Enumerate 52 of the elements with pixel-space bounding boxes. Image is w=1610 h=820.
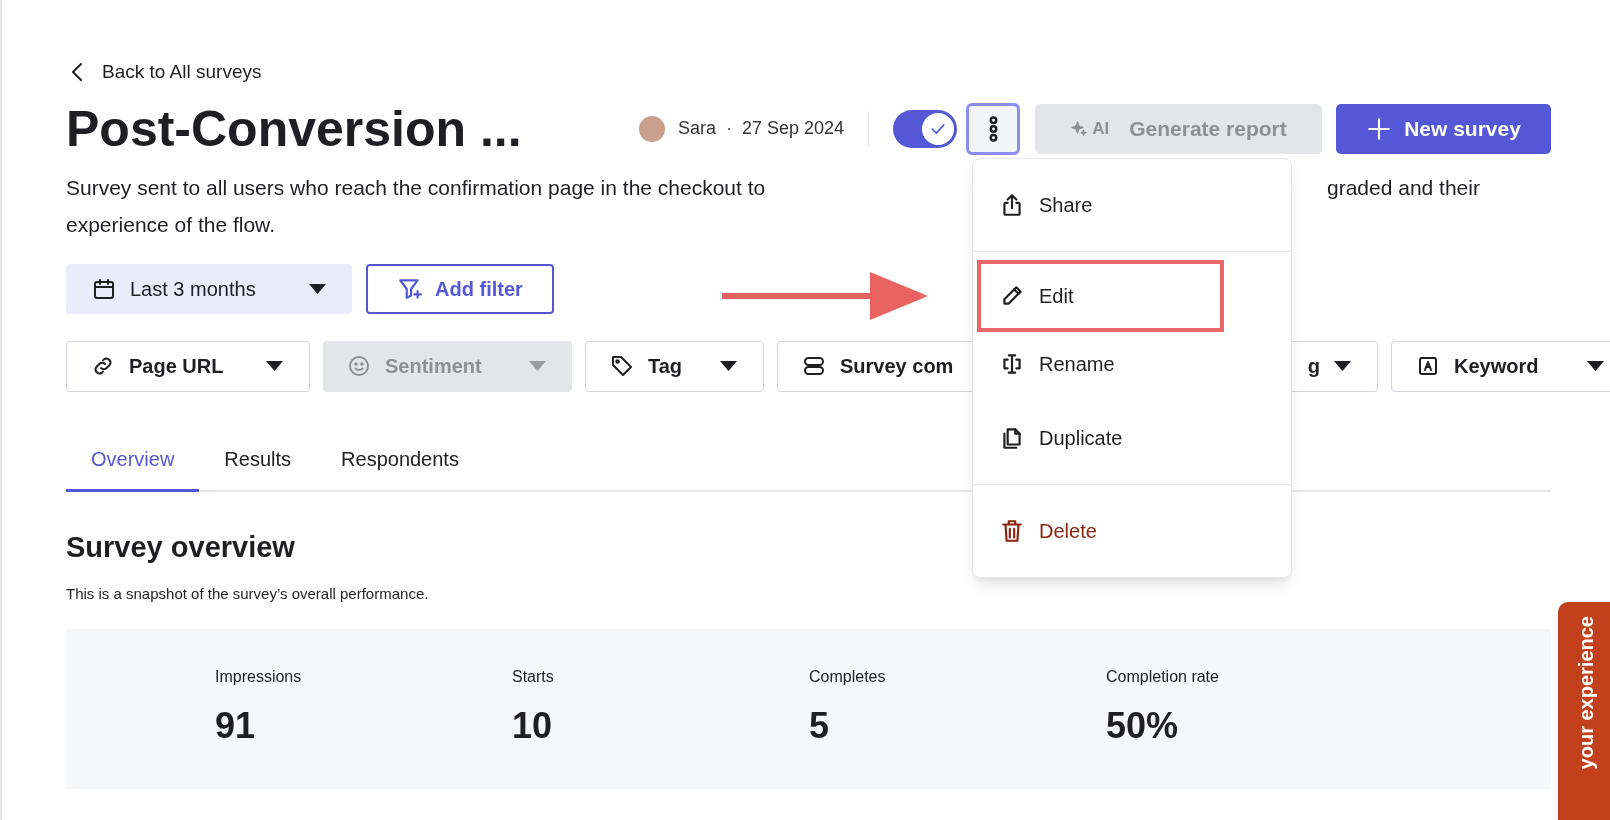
stat-label: Starts [512, 666, 554, 687]
description-text: Survey sent to all users who reach the confirmation page in the checkout to [66, 175, 766, 199]
stat-value: 50% [1106, 703, 1179, 748]
status-toggle[interactable] [893, 109, 957, 148]
tag-icon [610, 354, 634, 378]
tab[interactable]: Results [199, 429, 317, 492]
more-options-button[interactable] [966, 102, 1020, 155]
page-title: Post-Conversion ... [66, 99, 522, 159]
author-name: Sara [677, 117, 716, 140]
link-icon [91, 354, 115, 378]
stat-value: 10 [512, 703, 553, 748]
smiley-icon [347, 354, 371, 378]
trash-icon [999, 518, 1025, 544]
tab[interactable]: Respondents [316, 429, 484, 492]
caret-down-icon [720, 361, 737, 371]
back-link[interactable]: Back to All surveys [66, 58, 262, 87]
stat-value: 91 [215, 703, 256, 748]
menu-item[interactable]: Delete [973, 489, 1291, 573]
plus-icon [1366, 115, 1393, 142]
add-filter-button[interactable]: Add filter [366, 263, 554, 314]
stat-label: Completes [809, 666, 886, 687]
new-survey-button[interactable]: New survey [1336, 103, 1551, 154]
caret-down-icon [529, 361, 546, 371]
date-range-dropdown[interactable]: Last 3 months [66, 263, 352, 314]
filter-dropdown[interactable]: Page URL [66, 340, 310, 392]
sparkle-icon [1070, 119, 1089, 138]
description-text: experience of the flow. [66, 211, 275, 238]
calendar-icon [92, 276, 116, 301]
stat-label: Completion rate [1106, 666, 1219, 687]
vertical-dots-icon [988, 115, 998, 142]
menu-item[interactable]: Share [973, 163, 1291, 247]
section-heading: Survey overview [66, 529, 295, 565]
avatar [638, 115, 665, 142]
filter-dropdown[interactable]: Keyword [1391, 340, 1610, 392]
feedback-tab[interactable]: your experience [1558, 602, 1610, 820]
tab[interactable]: Overview [66, 429, 200, 492]
section-subheading: This is a snapshot of the survey’s overall performance. [66, 584, 429, 604]
caret-down-icon [1587, 361, 1604, 371]
letter-box-icon [1416, 354, 1440, 378]
description-text: graded and their [1327, 174, 1480, 201]
toggle-stack-icon [802, 354, 826, 378]
created-date: 27 Sep 2024 [741, 117, 844, 140]
filter-dropdown[interactable]: Tag [585, 340, 764, 392]
menu-item[interactable]: Duplicate [973, 396, 1291, 480]
separator-dot: · [725, 117, 732, 140]
menu-item[interactable]: Edit [973, 260, 1291, 332]
caret-down-icon [309, 283, 326, 294]
stat-value: 5 [809, 703, 830, 748]
stat-label: Impressions [215, 666, 302, 687]
caret-down-icon [266, 361, 283, 371]
ai-label: AI [1070, 115, 1110, 142]
caret-down-icon [1334, 361, 1351, 371]
